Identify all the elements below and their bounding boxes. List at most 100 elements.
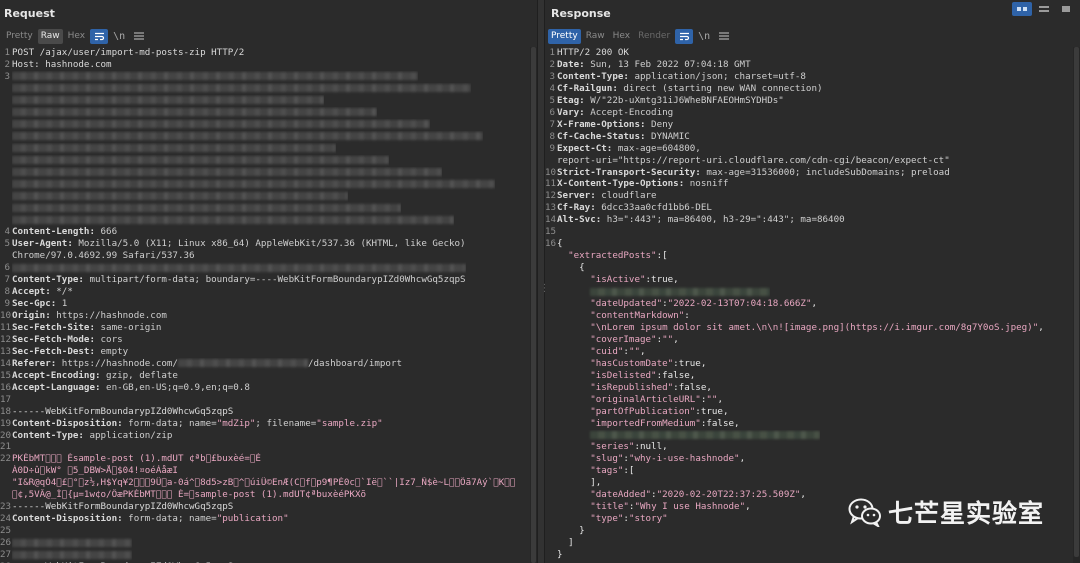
code-token: Strict-Transport-Security: (557, 166, 707, 178)
code-token: :true, (645, 274, 679, 286)
code-token: 1 (61, 298, 68, 310)
response-line: 10 Strict-Transport-Security: max-age=315… (545, 167, 1072, 179)
request-line: 26 (0, 537, 529, 549)
code-token: Sec-Gpc: (12, 298, 62, 310)
code-token: , (811, 298, 818, 310)
line-content: ------WebKitFormBoundarypIZd0WhcwGq5zqpS (12, 501, 233, 513)
splitter-grip-icon[interactable]: ⋮ (540, 284, 550, 299)
line-number (0, 155, 12, 167)
request-scrollbar-thumb[interactable] (531, 47, 536, 563)
response-tab-pretty[interactable]: Pretty (548, 28, 581, 44)
line-number: 27 (0, 549, 12, 561)
request-line: 1 POST /ajax/user/import-md-posts-zip HTT… (0, 47, 529, 59)
wrap-icon[interactable] (675, 28, 694, 44)
code-token: "" (706, 393, 718, 405)
response-scrollbar-thumb[interactable] (1074, 47, 1079, 557)
wrap-icon[interactable] (90, 28, 109, 44)
code-token: { (557, 262, 585, 274)
line-content: Accept: */* (12, 286, 73, 298)
pane-splitter[interactable]: ⋮ (537, 0, 550, 563)
code-token: "cuid" (557, 345, 624, 357)
line-number: 5 (4, 238, 10, 250)
response-line: "isRepublished":false, (545, 382, 1072, 394)
code-token: :false, (673, 381, 712, 393)
response-tab-render[interactable]: Render (635, 29, 673, 44)
line-number (545, 358, 557, 370)
response-tab-hex[interactable]: Hex (610, 29, 633, 44)
line-content: "dateUpdated":"2022-02-13T07:04:18.666Z"… (557, 298, 817, 310)
request-editor[interactable]: 1 POST /ajax/user/import-md-posts-zip HTT… (0, 47, 529, 563)
request-scrollbar[interactable] (530, 47, 537, 563)
code-token: } (557, 549, 563, 561)
request-line: À0D÷û kW°  5_DBW>Å $04!¤oéÁåæI (0, 465, 529, 477)
line-number (0, 477, 12, 489)
response-line: 11 X-Content-Type-Options: nosniff (545, 178, 1072, 190)
line-number (0, 95, 12, 107)
line-content: Cf-Cache-Status: DYNAMIC (557, 131, 690, 143)
line-number: 19 (0, 417, 12, 429)
response-scrollbar[interactable] (1073, 47, 1080, 563)
line-number: 18 (0, 405, 12, 417)
line-content: Sec-Fetch-Mode: cors (12, 334, 123, 346)
layout-stacked-icon[interactable] (1034, 2, 1054, 16)
request-tab-raw[interactable]: Raw (37, 28, 63, 44)
code-token: "story" (628, 513, 668, 525)
code-token: , (745, 501, 751, 513)
line-content (12, 95, 324, 107)
line-content: Content-Type: multipart/form-data; bound… (12, 274, 466, 286)
line-content: "contentMarkdown": (557, 310, 690, 322)
line-number: 3 (549, 70, 555, 82)
request-title: Request (4, 7, 55, 20)
redacted-block (12, 144, 336, 153)
line-number (545, 465, 557, 477)
menu-icon[interactable] (130, 29, 148, 44)
newline-icon[interactable]: \n (695, 29, 713, 44)
line-content: "extractedPosts":[ (557, 250, 668, 262)
request-line (0, 167, 529, 179)
newline-icon[interactable]: \n (110, 29, 128, 44)
line-number (0, 107, 12, 119)
line-number: 11 (545, 178, 557, 190)
layout-tabs-icon[interactable] (1056, 2, 1076, 16)
code-token: Accept-Encoding: (12, 369, 107, 381)
request-tab-hex[interactable]: Hex (65, 29, 88, 44)
code-token: :true, (673, 357, 707, 369)
line-number: 15 (0, 369, 12, 381)
line-content: "I&R@qÒ4 £ ° z½,H$Yq¥2   9Ü a-0á^ 8d5>zB… (12, 477, 515, 489)
request-line: 27 (0, 549, 529, 561)
code-token: multipart/form-data; boundary=----WebKit… (89, 274, 466, 286)
request-tab-pretty[interactable]: Pretty (3, 29, 36, 44)
response-line: "contentMarkdown": (545, 310, 1072, 322)
request-line: 17 (0, 394, 529, 406)
response-editor[interactable]: 1 HTTP/2 200 OK 2 Date: Sun, 13 Feb 2022 07… (545, 47, 1072, 563)
code-token: X-Content-Type-Options: (557, 178, 690, 190)
code-token: Origin: (12, 309, 57, 321)
line-content (12, 214, 454, 226)
code-token: "coverImage" (557, 333, 657, 345)
line-content: } (557, 549, 563, 561)
line-content (12, 83, 471, 95)
menu-icon[interactable] (715, 29, 733, 44)
code-token: , (800, 489, 806, 501)
line-number (0, 465, 12, 477)
code-token: HTTP/2 200 OK (557, 47, 629, 58)
redacted-block (12, 179, 495, 188)
code-token: nosniff (689, 178, 729, 190)
line-number: 11 (0, 321, 12, 333)
wechat-icon (848, 497, 882, 529)
layout-side-by-side-icon[interactable] (1012, 2, 1032, 16)
line-number (545, 262, 557, 274)
code-token: :false, (700, 417, 740, 429)
redacted-block (12, 215, 454, 224)
request-line (0, 107, 529, 119)
line-content: "series":null, (557, 441, 667, 453)
response-line: } (545, 549, 1072, 561)
line-number: 24 (0, 513, 12, 525)
line-number (545, 537, 557, 549)
line-content: À0D÷û kW°  5_DBW>Å $04!¤oéÁåæI (12, 465, 178, 477)
line-content (12, 178, 495, 190)
line-content: "originalArticleURL":"", (557, 394, 723, 406)
request-line: Chrome/97.0.4692.99 Safari/537.36 (0, 250, 529, 262)
response-tab-raw[interactable]: Raw (583, 29, 608, 44)
code-token: Vary: (557, 106, 591, 118)
